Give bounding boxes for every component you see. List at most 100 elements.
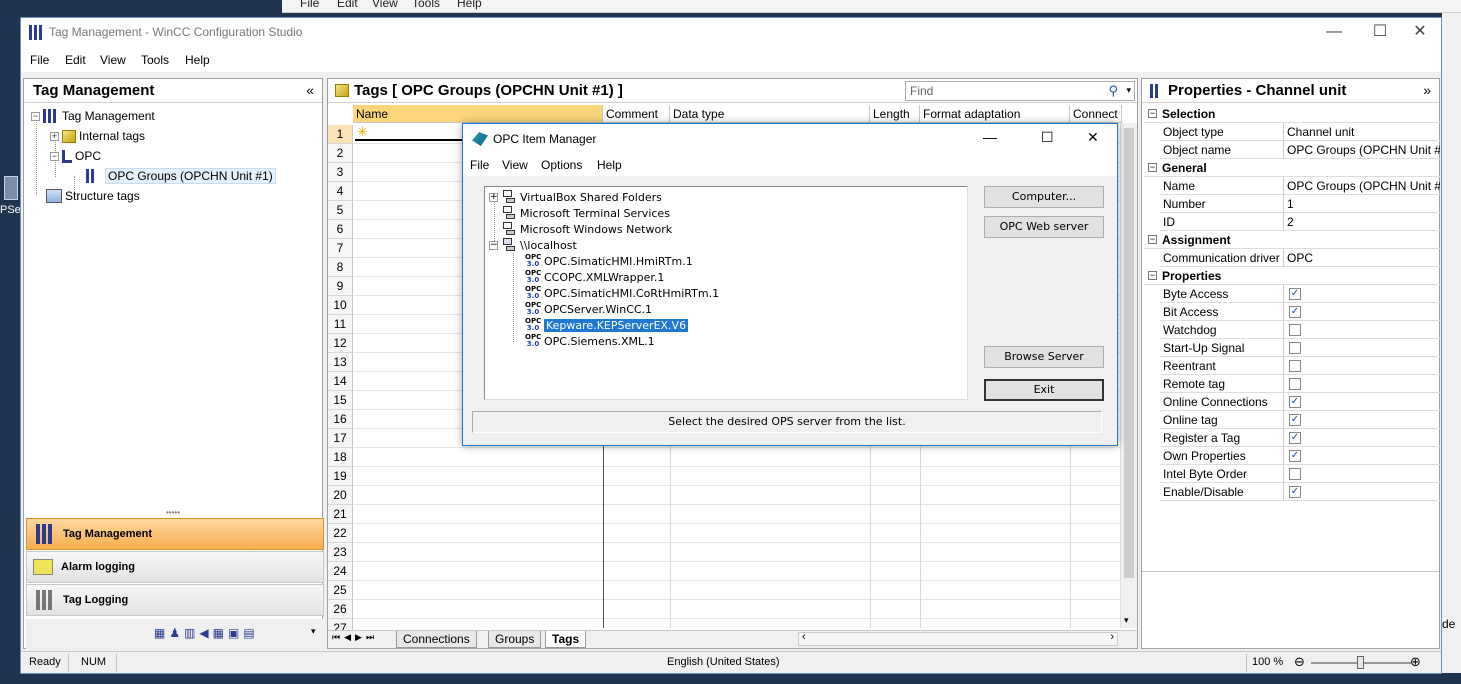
dialog-title-bar[interactable]: OPC Item Manager — ☐ ✕ [463, 124, 1117, 154]
tab-tags[interactable]: Tags [545, 631, 587, 648]
property-value[interactable] [1284, 321, 1440, 339]
row-number[interactable]: 10 [328, 296, 353, 315]
property-row[interactable]: Own Properties ✓ [1144, 447, 1440, 465]
opc-tree-item[interactable]: OPC 3.0 OPC.SimaticHMI.HmiRTm.1 [525, 253, 693, 269]
row-number[interactable]: 2 [328, 144, 353, 163]
dialog-menu-help[interactable]: Help [597, 158, 622, 172]
nav-tag-logging[interactable]: Tag Logging [26, 584, 324, 616]
property-section[interactable]: − Properties [1144, 267, 1440, 285]
tree-item-structure-tags[interactable]: Structure tags [46, 187, 140, 205]
scroll-left-icon[interactable]: ‹ [802, 631, 806, 643]
row-number[interactable]: 20 [328, 486, 353, 505]
dialog-minimize-button[interactable]: — [983, 129, 997, 145]
menu-file[interactable]: File [30, 53, 49, 67]
dialog-menu-options[interactable]: Options [541, 158, 582, 172]
checkbox[interactable]: ✓ [1289, 306, 1301, 318]
tree-item-internal-tags[interactable]: + Internal tags [50, 127, 145, 145]
column-header-format-adaptation[interactable]: Format adaptation [920, 105, 1070, 123]
property-value[interactable] [1284, 357, 1440, 375]
dialog-menu-view[interactable]: View [502, 158, 528, 172]
row-number[interactable]: 13 [328, 353, 353, 372]
property-row[interactable]: Remote tag [1144, 375, 1440, 393]
property-row[interactable]: ID 2 [1144, 213, 1440, 231]
property-value[interactable]: 1 [1284, 195, 1440, 213]
opc-web-server-button[interactable]: OPC Web server [984, 216, 1104, 238]
zoom-slider[interactable] [1311, 656, 1411, 669]
expand-icon[interactable]: + [50, 131, 59, 141]
minimize-button[interactable]: — [1311, 18, 1357, 48]
row-number[interactable]: 16 [328, 410, 353, 429]
splitter-handle[interactable]: ••••• [24, 509, 322, 518]
title-bar[interactable]: Tag Management - WinCC Configuration Stu… [21, 18, 1441, 48]
nav-tag-management[interactable]: Tag Management [26, 518, 324, 550]
row-number[interactable]: 9 [328, 277, 353, 296]
row-number[interactable]: 8 [328, 258, 353, 277]
property-row[interactable]: Online tag ✓ [1144, 411, 1440, 429]
row-number[interactable]: 26 [328, 600, 353, 619]
checkbox[interactable] [1289, 378, 1301, 390]
collapse-icon[interactable]: − [31, 111, 40, 121]
property-row[interactable]: Register a Tag ✓ [1144, 429, 1440, 447]
column-header-length[interactable]: Length [870, 105, 920, 123]
row-number[interactable]: 3 [328, 163, 353, 182]
checkbox[interactable] [1289, 468, 1301, 480]
property-row[interactable]: Reentrant [1144, 357, 1440, 375]
exit-button[interactable]: Exit [984, 379, 1104, 401]
row-number[interactable]: 23 [328, 543, 353, 562]
property-row[interactable]: Communication driver OPC [1144, 249, 1440, 267]
opc-tree-item[interactable]: OPC 3.0 Kepware.KEPServerEX.V6 [525, 317, 690, 333]
property-row[interactable]: Object type Channel unit [1144, 123, 1440, 141]
checkbox[interactable]: ✓ [1289, 396, 1301, 408]
row-number[interactable]: 11 [328, 315, 353, 334]
chevron-down-icon[interactable]: ▾ [1126, 85, 1131, 96]
dialog-maximize-button[interactable]: ☐ [1041, 129, 1054, 146]
property-row[interactable]: Name OPC Groups (OPCHN Unit #1) [1144, 177, 1440, 195]
property-row[interactable]: Watchdog [1144, 321, 1440, 339]
property-value[interactable]: 2 [1284, 213, 1440, 231]
opc-tree-item[interactable]: Microsoft Windows Network [489, 221, 672, 237]
property-row[interactable]: Byte Access ✓ [1144, 285, 1440, 303]
opc-tree-item[interactable]: + VirtualBox Shared Folders [489, 189, 662, 205]
opc-tree-item[interactable]: OPC 3.0 OPCServer.WinCC.1 [525, 301, 652, 317]
row-number[interactable]: 7 [328, 239, 353, 258]
search-icon[interactable]: ⚲ [1108, 83, 1118, 99]
column-header-connection[interactable]: Connect [1070, 105, 1122, 123]
menu-edit[interactable]: Edit [65, 53, 86, 67]
property-row[interactable]: Online Connections ✓ [1144, 393, 1440, 411]
property-value[interactable]: ✓ [1284, 447, 1440, 465]
property-value[interactable]: OPC Groups (OPCHN Unit #1) [1284, 177, 1440, 195]
tab-connections[interactable]: Connections [396, 631, 477, 648]
row-number[interactable]: 25 [328, 581, 353, 600]
checkbox[interactable] [1289, 324, 1301, 336]
scrollbar-thumb[interactable] [1124, 128, 1134, 578]
checkbox[interactable] [1289, 342, 1301, 354]
browse-server-button[interactable]: Browse Server [984, 346, 1104, 368]
expand-icon[interactable]: + [489, 192, 498, 202]
dialog-menu-file[interactable]: File [470, 158, 489, 172]
row-number[interactable]: 15 [328, 391, 353, 410]
property-value[interactable]: ✓ [1284, 429, 1440, 447]
horizontal-scrollbar[interactable]: ‹ › [798, 631, 1118, 646]
editor-shortcut-icons[interactable]: ▦♟▥◀▦▣▤ [154, 626, 259, 640]
row-number[interactable]: 14 [328, 372, 353, 391]
property-section[interactable]: − General [1144, 159, 1440, 177]
property-row[interactable]: Intel Byte Order [1144, 465, 1440, 483]
checkbox[interactable]: ✓ [1289, 414, 1301, 426]
opc-tree-item[interactable]: OPC 3.0 OPC.Siemens.XML.1 [525, 333, 655, 349]
property-value[interactable]: OPC [1284, 249, 1440, 267]
tree-item-opc[interactable]: − OPC [50, 147, 101, 165]
property-value[interactable]: ✓ [1284, 285, 1440, 303]
property-row[interactable]: Bit Access ✓ [1144, 303, 1440, 321]
collapse-panel-icon[interactable]: « [306, 82, 314, 98]
nav-alarm-logging[interactable]: Alarm logging [26, 551, 324, 583]
desktop-icon[interactable]: PSe [0, 170, 21, 230]
column-header-data-type[interactable]: Data type [670, 105, 870, 123]
property-value[interactable]: ✓ [1284, 393, 1440, 411]
vertical-scrollbar[interactable]: ▾ [1120, 123, 1137, 628]
close-button[interactable]: ✕ [1397, 18, 1443, 48]
zoom-slider-thumb[interactable] [1357, 656, 1364, 669]
scroll-right-icon[interactable]: › [1110, 631, 1114, 643]
row-number[interactable]: 24 [328, 562, 353, 581]
property-value[interactable] [1284, 465, 1440, 483]
tree-item-opc-groups[interactable]: OPC Groups (OPCHN Unit #1) [86, 167, 276, 185]
